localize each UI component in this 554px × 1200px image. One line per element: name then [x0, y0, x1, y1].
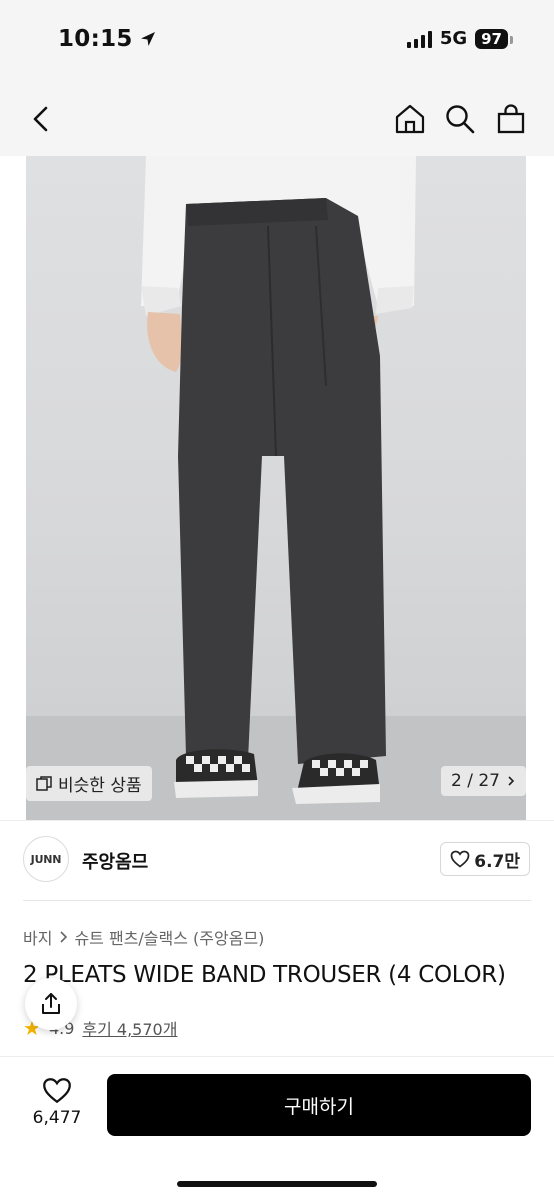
- image-counter[interactable]: 2 / 27: [441, 766, 526, 796]
- review-link[interactable]: 후기 4,570개: [82, 1016, 177, 1040]
- brand-like-button[interactable]: 6.7만: [440, 842, 530, 876]
- status-indicators: 5G 97: [406, 28, 513, 49]
- wishlist-count: 6,477: [32, 1108, 82, 1128]
- breadcrumb-item[interactable]: 슈트 팬츠/슬랙스 (주앙옴므): [74, 925, 264, 949]
- similar-products-label: 비슷한 상품: [58, 776, 142, 796]
- battery-icon: 97: [475, 28, 513, 49]
- share-icon: [42, 993, 60, 1014]
- brand-like-count: 6.7만: [474, 851, 520, 872]
- signal-icon: [406, 30, 432, 48]
- breadcrumb: 바지 슈트 팬츠/슬랙스 (주앙옴므): [23, 925, 264, 949]
- status-time: 10:15: [58, 26, 133, 52]
- shopping-bag-icon[interactable]: [494, 102, 528, 136]
- similar-products-button[interactable]: 비슷한 상품: [26, 766, 152, 801]
- search-icon[interactable]: [443, 102, 477, 136]
- chevron-right-icon: [60, 931, 68, 943]
- similar-items-icon: [36, 775, 52, 791]
- heart-icon: [450, 850, 470, 868]
- brand-row: JUNN 주앙옴므 6.7만: [0, 836, 554, 884]
- section-divider: [0, 820, 554, 821]
- status-bar: 10:15 5G 97: [0, 0, 554, 84]
- network-type: 5G: [439, 28, 468, 49]
- bottom-bar: 6,477 구매하기: [0, 1056, 554, 1200]
- chevron-right-icon: [508, 776, 515, 786]
- location-arrow-icon: [140, 32, 155, 46]
- image-counter-text: 2 / 27: [451, 771, 500, 791]
- buy-button[interactable]: 구매하기: [107, 1074, 531, 1136]
- heart-icon: [43, 1078, 71, 1104]
- nav-bar: [0, 84, 554, 156]
- product-photo: [26, 156, 526, 820]
- share-button[interactable]: [25, 978, 77, 1030]
- brand-name[interactable]: 주앙옴므: [82, 848, 148, 874]
- brand-logo[interactable]: JUNN: [23, 836, 69, 882]
- product-image[interactable]: 비슷한 상품 2 / 27: [26, 156, 526, 820]
- back-chevron-icon[interactable]: [24, 102, 58, 136]
- wishlist-button[interactable]: 6,477: [26, 1077, 88, 1128]
- breadcrumb-item[interactable]: 바지: [23, 925, 52, 949]
- divider: [23, 900, 531, 901]
- home-indicator[interactable]: [177, 1181, 377, 1187]
- home-icon[interactable]: [393, 102, 427, 136]
- status-time-group: 10:15: [58, 26, 157, 52]
- product-title: 2 PLEATS WIDE BAND TROUSER (4 COLOR): [23, 962, 506, 988]
